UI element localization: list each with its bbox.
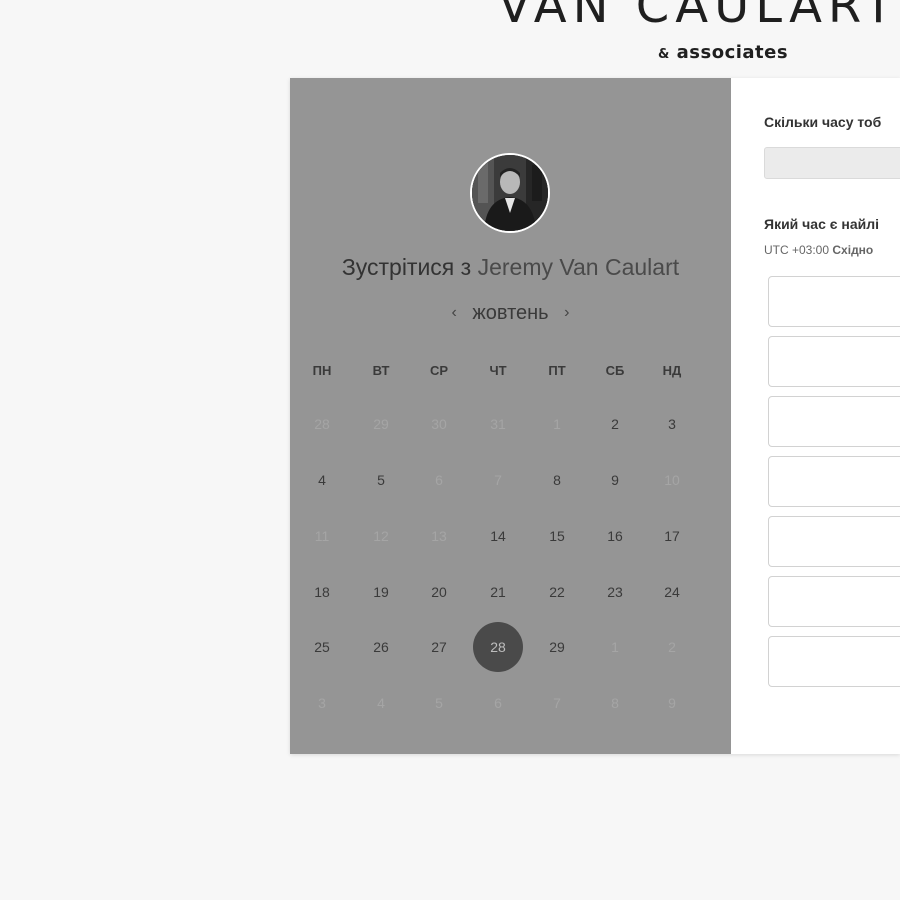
meeting-prefix: Зустрітися з — [341, 254, 472, 280]
calendar-day[interactable]: 16 — [590, 511, 640, 561]
time-question: Який час є найлі — [764, 216, 880, 232]
calendar-day: 6 — [435, 472, 443, 488]
time-slot-button[interactable] — [768, 276, 900, 327]
selected-day[interactable]: 28 — [473, 622, 523, 672]
host-photo-icon — [472, 155, 548, 231]
calendar-day: 31 — [490, 416, 506, 432]
weekday-header: ПН — [312, 363, 332, 378]
calendar-day: 11 — [314, 528, 330, 544]
calendar-day: 12 — [373, 528, 389, 544]
timezone-offset: UTC +03:00 — [764, 243, 830, 257]
calendar-day: 4 — [377, 695, 385, 711]
duration-question: Скільки часу тоб — [764, 114, 882, 130]
calendar-day: 3 — [318, 695, 326, 711]
brand-subtitle: & associates — [658, 42, 788, 63]
calendar-day[interactable]: 3 — [647, 399, 697, 449]
calendar-day: 2 — [668, 639, 676, 655]
calendar-day[interactable]: 24 — [647, 567, 697, 617]
calendar-day[interactable]: 9 — [590, 455, 640, 505]
calendar-day: 13 — [431, 528, 447, 544]
calendar-day: 10 — [664, 472, 680, 488]
calendar-day[interactable]: 23 — [590, 567, 640, 617]
calendar-day: 5 — [435, 695, 443, 711]
weekday-header: СР — [429, 363, 449, 378]
next-month-button[interactable]: › — [564, 304, 569, 321]
timezone-name: Східно — [832, 243, 874, 257]
calendar-day[interactable]: 29 — [532, 622, 582, 672]
calendar-day: 1 — [611, 639, 619, 655]
calendar-day[interactable]: 2 — [590, 399, 640, 449]
calendar-day[interactable]: 18 — [297, 567, 347, 617]
time-slot-button[interactable] — [768, 576, 900, 627]
calendar-day[interactable]: 25 — [297, 622, 347, 672]
calendar-day: 8 — [611, 695, 619, 711]
weekday-header: ВТ — [372, 363, 390, 378]
weekday-header: СБ — [605, 363, 625, 378]
calendar-day: 1 — [553, 416, 561, 432]
weekday-header: ПТ — [548, 363, 566, 378]
timezone-label: UTC +03:00 Східно — [764, 243, 873, 257]
calendar-day: 6 — [494, 695, 502, 711]
calendar-day: 28 — [314, 416, 330, 432]
weekday-header: ЧТ — [489, 363, 507, 378]
calendar-day: 29 — [373, 416, 389, 432]
time-slot-button[interactable] — [768, 636, 900, 687]
time-slot-button[interactable] — [768, 396, 900, 447]
calendar-day: 9 — [668, 695, 676, 711]
calendar-day[interactable]: 17 — [647, 511, 697, 561]
calendar-day: 30 — [431, 416, 447, 432]
calendar-day[interactable]: 5 — [356, 455, 406, 505]
calendar-day[interactable]: 19 — [356, 567, 406, 617]
calendar-day[interactable]: 20 — [414, 567, 464, 617]
time-slot-button[interactable] — [768, 456, 900, 507]
calendar-day[interactable]: 14 — [473, 511, 523, 561]
brand-title: VAN CAULART — [498, 0, 900, 34]
booking-card: Зустрітися з Jeremy Van Caulart ‹ жовтен… — [290, 78, 900, 754]
calendar-day[interactable]: 4 — [297, 455, 347, 505]
meeting-title: Зустрітися з Jeremy Van Caulart — [290, 254, 731, 281]
calendar-day[interactable]: 8 — [532, 455, 582, 505]
brand-header: VAN CAULART & associates — [0, 0, 900, 78]
calendar-panel: Зустрітися з Jeremy Van Caulart ‹ жовтен… — [290, 78, 731, 754]
time-slot-list — [768, 276, 900, 700]
brand-subtitle-amp: & — [658, 47, 670, 62]
time-panel: Скільки часу тоб Який час є найлі UTC +0… — [731, 78, 900, 754]
calendar-day[interactable]: 27 — [414, 622, 464, 672]
host-avatar — [470, 153, 550, 233]
calendar-day[interactable]: 21 — [473, 567, 523, 617]
prev-month-button[interactable]: ‹ — [452, 304, 457, 321]
brand-subtitle-text: associates — [676, 42, 789, 63]
calendar-day[interactable]: 22 — [532, 567, 582, 617]
host-name: Jeremy Van Caulart — [477, 254, 680, 280]
time-slot-button[interactable] — [768, 336, 900, 387]
calendar-day: 7 — [553, 695, 561, 711]
month-label: жовтень — [472, 302, 549, 324]
weekday-header: НД — [662, 363, 682, 378]
month-navigation: ‹ жовтень › — [290, 302, 731, 328]
calendar-day: 7 — [494, 472, 502, 488]
calendar-day[interactable]: 26 — [356, 622, 406, 672]
time-slot-button[interactable] — [768, 516, 900, 567]
calendar-day[interactable]: 15 — [532, 511, 582, 561]
duration-select[interactable] — [764, 147, 900, 179]
